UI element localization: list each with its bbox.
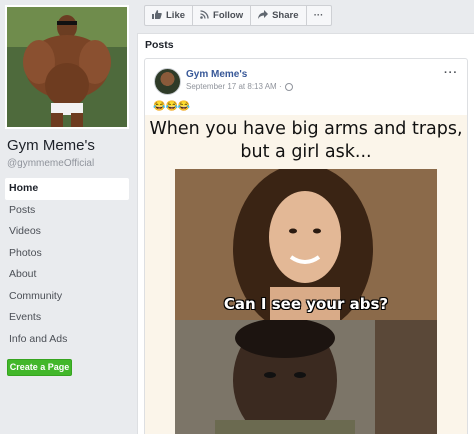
profile-picture[interactable] bbox=[5, 5, 129, 129]
nav-item-home[interactable]: Home bbox=[5, 178, 129, 200]
create-page-button[interactable]: Create a Page bbox=[7, 359, 72, 376]
post-meta: September 17 at 8:13 AM · bbox=[186, 82, 293, 91]
meme-caption-line-2: but a girl ask... bbox=[240, 142, 372, 162]
page-nav: Home Posts Videos Photos About Community… bbox=[5, 178, 129, 350]
share-page-button[interactable]: Share bbox=[251, 5, 307, 26]
post-meme-image[interactable]: When you have big arms and traps, but a … bbox=[145, 115, 467, 434]
nav-item-videos[interactable]: Videos bbox=[5, 221, 129, 243]
posts-panel: Posts Gym Meme's September 17 at 8:13 AM… bbox=[137, 33, 474, 434]
rss-icon bbox=[200, 10, 209, 21]
post-options-icon[interactable]: ··· bbox=[444, 67, 458, 79]
nav-item-about[interactable]: About bbox=[5, 264, 129, 286]
meme-caption: When you have big arms and traps, but a … bbox=[145, 118, 467, 164]
like-label: Like bbox=[166, 10, 186, 21]
post-author-name[interactable]: Gym Meme's bbox=[186, 69, 247, 80]
post-timestamp[interactable]: September 17 at 8:13 AM · bbox=[186, 82, 282, 91]
share-arrow-icon bbox=[258, 10, 269, 21]
bodybuilder-image bbox=[7, 7, 127, 127]
globe-icon[interactable] bbox=[284, 82, 293, 91]
like-page-button[interactable]: Like bbox=[144, 5, 194, 26]
more-options-button[interactable]: ··· bbox=[306, 5, 332, 26]
nav-item-events[interactable]: Events bbox=[5, 307, 129, 329]
page-action-bar: Like Follow Share ··· bbox=[144, 5, 332, 26]
follow-page-button[interactable]: Follow bbox=[193, 5, 252, 26]
follow-label: Follow bbox=[213, 10, 244, 21]
meme-subtitle: Can I see your abs? bbox=[223, 295, 389, 313]
page-handle[interactable]: @gymmemeOfficial bbox=[7, 158, 94, 169]
nav-item-community[interactable]: Community bbox=[5, 286, 129, 308]
post-card: Gym Meme's September 17 at 8:13 AM · ···… bbox=[144, 58, 468, 434]
nav-item-posts[interactable]: Posts bbox=[5, 200, 129, 222]
page-sidebar: Gym Meme's @gymmemeOfficial Home Posts V… bbox=[0, 0, 136, 434]
post-author-avatar[interactable] bbox=[154, 68, 181, 95]
nav-item-photos[interactable]: Photos bbox=[5, 243, 129, 265]
post-text-emojis: 😂😂😂 bbox=[153, 101, 191, 112]
meme-caption-line-1: When you have big arms and traps, bbox=[149, 119, 463, 139]
nav-item-info-and-ads[interactable]: Info and Ads bbox=[5, 329, 129, 351]
page-name[interactable]: Gym Meme's bbox=[7, 137, 95, 154]
thumbs-up-icon bbox=[152, 10, 162, 21]
posts-section-title: Posts bbox=[145, 39, 174, 51]
more-dots-icon: ··· bbox=[313, 10, 324, 21]
share-label: Share bbox=[272, 10, 299, 21]
meme-man-photo bbox=[175, 320, 437, 434]
